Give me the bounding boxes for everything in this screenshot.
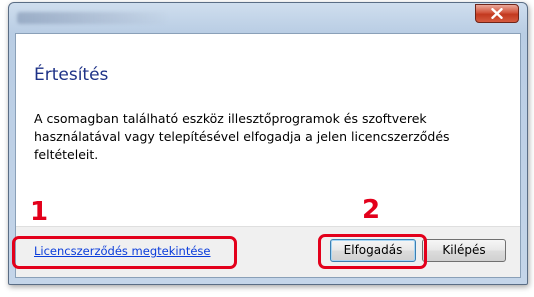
message-area: Értesítés A csomagban található eszköz i… — [16, 34, 520, 227]
exit-button[interactable]: Kilépés — [422, 239, 506, 262]
dialog-message: A csomagban található eszköz illesztőpro… — [34, 111, 450, 162]
notice-dialog: Értesítés A csomagban található eszköz i… — [8, 2, 528, 285]
view-license-link[interactable]: Licencszerződés megtekintése — [34, 244, 211, 258]
step-marker-2: 2 — [362, 195, 381, 225]
step-marker-1: 1 — [30, 197, 49, 227]
dialog-heading: Értesítés — [34, 65, 109, 85]
title-bar[interactable] — [9, 3, 527, 35]
close-button[interactable] — [475, 4, 519, 23]
accept-button[interactable]: Elfogadás — [330, 239, 416, 262]
blurred-window-title — [17, 12, 167, 24]
dialog-footer: Licencszerződés megtekintése Elfogadás K… — [16, 226, 520, 277]
dialog-content: Értesítés A csomagban található eszköz i… — [15, 33, 521, 278]
close-icon — [491, 8, 503, 19]
